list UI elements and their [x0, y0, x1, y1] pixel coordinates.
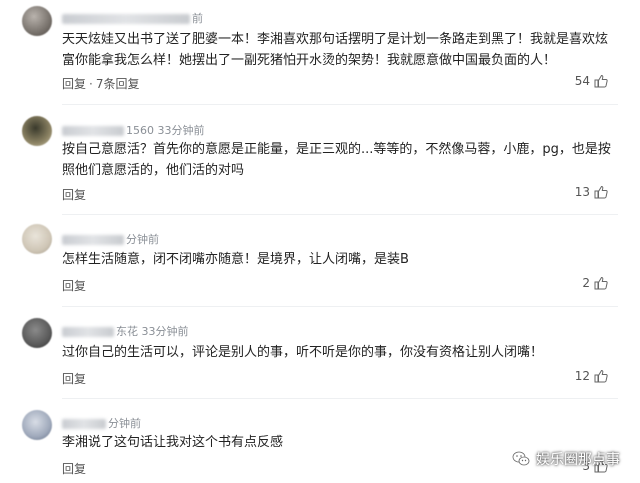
- username[interactable]: [62, 419, 106, 429]
- like-count: 12: [574, 369, 590, 383]
- watermark: 娱乐圈那点事: [512, 449, 620, 469]
- like-count: 13: [574, 185, 590, 199]
- comment-actions: 回复: [62, 370, 86, 387]
- username[interactable]: [62, 327, 114, 337]
- divider: [62, 306, 618, 307]
- avatar[interactable]: [22, 116, 52, 146]
- thumbs-up-icon[interactable]: [594, 185, 608, 199]
- reply-button[interactable]: 回复: [62, 372, 86, 386]
- comment-text: 按自己意愿活？首先你的意愿是正能量，是正三观的...等等的，不然像马蓉，小鹿，p…: [62, 142, 611, 178]
- reply-button[interactable]: 回复: [62, 279, 86, 293]
- comment-actions: 回复: [62, 460, 86, 477]
- avatar[interactable]: [22, 6, 52, 36]
- view-replies-link[interactable]: 7条回复: [96, 77, 140, 91]
- comment-text: 怎样生活随意，闭不闭嘴亦随意！是境界，让人闭嘴，是装B: [62, 252, 409, 267]
- reply-button[interactable]: 回复: [62, 77, 86, 91]
- reply-button[interactable]: 回复: [62, 188, 86, 202]
- wechat-icon: [512, 451, 530, 467]
- comment-actions: 回复 · 7条回复: [62, 75, 139, 92]
- username[interactable]: [62, 14, 190, 24]
- comment-time: 分钟前: [108, 417, 141, 430]
- comment-time: 分钟前: [126, 233, 159, 246]
- comment-actions: 回复: [62, 277, 86, 294]
- comment-meta: 分钟前: [62, 415, 141, 430]
- comment-meta: 1560 33分钟前: [62, 122, 205, 137]
- divider: [62, 214, 618, 215]
- comment-text: 天天炫娃又出书了送了肥婆一本！李湘喜欢那句话摆明了是计划一条路走到黑了！我就是喜…: [62, 32, 609, 68]
- like-count-group[interactable]: 2: [582, 276, 608, 290]
- separator-dot: ·: [89, 77, 93, 91]
- comment-time: 1560 33分钟前: [126, 124, 205, 137]
- divider: [62, 398, 618, 399]
- reply-button[interactable]: 回复: [62, 462, 86, 476]
- comment-meta: 东花 33分钟前: [62, 323, 189, 338]
- comment-meta: 分钟前: [62, 231, 159, 246]
- comment-time: 前: [192, 12, 203, 25]
- like-count: 54: [574, 74, 590, 88]
- comment-actions: 回复: [62, 186, 86, 203]
- comment-text: 过你自己的生活可以，评论是别人的事，听不听是你的事，你没有资格让别人闭嘴！: [62, 345, 544, 360]
- like-count-group[interactable]: 12: [575, 369, 608, 383]
- username[interactable]: [62, 235, 124, 245]
- like-count: 2: [582, 276, 590, 290]
- thumbs-up-icon[interactable]: [594, 276, 608, 290]
- like-count-group[interactable]: 13: [575, 185, 608, 199]
- thumbs-up-icon[interactable]: [594, 74, 608, 88]
- thumbs-up-icon[interactable]: [594, 369, 608, 383]
- avatar[interactable]: [22, 318, 52, 348]
- comment-meta: 前: [62, 10, 203, 25]
- avatar[interactable]: [22, 410, 52, 440]
- watermark-text: 娱乐圈那点事: [536, 452, 620, 468]
- like-count-group[interactable]: 54: [575, 74, 608, 88]
- avatar[interactable]: [22, 224, 52, 254]
- comment-time: 东花 33分钟前: [116, 325, 189, 338]
- divider: [62, 104, 618, 105]
- username[interactable]: [62, 126, 124, 136]
